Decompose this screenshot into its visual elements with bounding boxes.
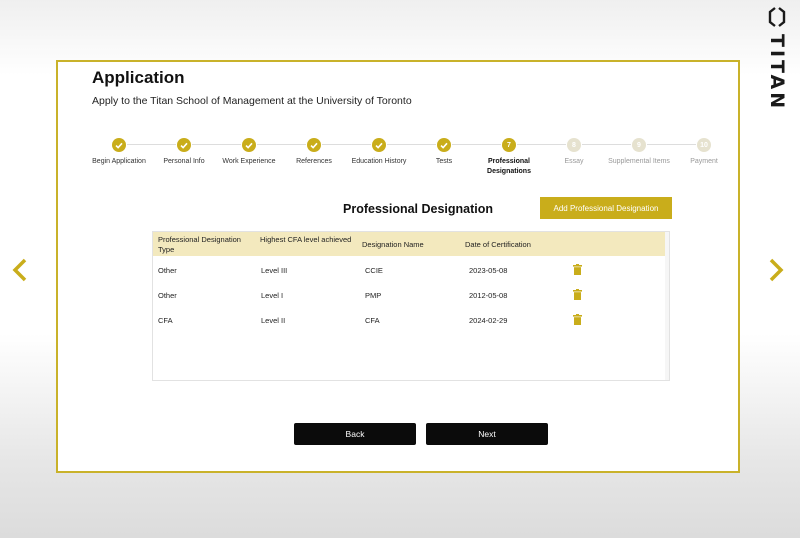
step-item[interactable]: References	[281, 138, 347, 167]
step-item[interactable]: Work Experience	[216, 138, 282, 167]
brand: TITAN	[760, 6, 794, 111]
step-label: References	[296, 158, 332, 165]
table-row: CFA Level II CFA 2024-02-29	[153, 309, 665, 333]
delete-trash-icon[interactable]	[573, 262, 582, 280]
step-label: Tests	[435, 158, 453, 165]
brand-name: TITAN	[766, 34, 788, 112]
step-label: Payment	[690, 158, 718, 165]
cell-cfa-level: Level II	[261, 316, 286, 325]
prev-slide-arrow-icon[interactable]	[8, 256, 32, 284]
next-slide-arrow-icon[interactable]	[764, 256, 788, 284]
delete-trash-icon[interactable]	[573, 312, 582, 330]
checkmark-icon	[307, 138, 321, 152]
step-number: 9	[632, 138, 646, 152]
page-subtitle: Apply to the Titan School of Management …	[92, 95, 412, 107]
cell-date: 2024-02-29	[469, 316, 508, 325]
step-item[interactable]: 10 Payment	[671, 138, 737, 167]
column-header-date: Date of Certification	[465, 240, 531, 249]
step-item[interactable]: Tests	[411, 138, 477, 167]
table-row: Other Level I PMP 2012-05-08	[153, 284, 665, 308]
step-number: 10	[697, 138, 711, 152]
step-label: Personal Info	[163, 158, 205, 165]
progress-stepper: Begin Application Personal Info Work Exper…	[58, 138, 738, 188]
cell-type: CFA	[158, 316, 173, 325]
cell-cfa-level: Level III	[261, 266, 288, 275]
step-number: 7	[502, 138, 516, 152]
table-header: Professional Designation Type Highest CF…	[153, 232, 665, 256]
step-item[interactable]: Personal Info	[151, 138, 217, 167]
designations-table: Professional Designation Type Highest CF…	[152, 231, 670, 381]
column-header-type: Professional Designation Type	[158, 235, 241, 254]
next-button[interactable]: Next	[426, 423, 548, 445]
cell-type: Other	[158, 266, 177, 275]
add-professional-designation-button[interactable]: Add Professional Designation	[540, 197, 672, 219]
column-header-designation-name: Designation Name	[362, 240, 424, 249]
cell-cfa-level: Level I	[261, 291, 284, 300]
step-label: Essay	[564, 158, 584, 165]
checkmark-icon	[112, 138, 126, 152]
page-title: Application	[92, 68, 185, 87]
step-label: Education History	[351, 158, 407, 165]
table-scrollbar[interactable]	[665, 232, 669, 380]
step-label: Professional Designations	[487, 158, 531, 175]
step-item[interactable]: 7 Professional Designations	[476, 138, 542, 177]
step-label: Work Experience	[222, 158, 276, 165]
checkmark-icon	[242, 138, 256, 152]
cell-designation-name: CFA	[365, 316, 380, 325]
table-row: Other Level III CCIE 2023-05-08	[153, 259, 665, 283]
application-panel: Application Apply to the Titan School of…	[56, 60, 740, 473]
cell-designation-name: PMP	[365, 291, 382, 300]
cell-designation-name: CCIE	[365, 266, 383, 275]
section-title: Professional Designation	[343, 202, 494, 216]
column-header-cfa-level: Highest CFA level achieved	[260, 235, 352, 244]
step-item[interactable]: Begin Application	[86, 138, 152, 167]
step-number: 8	[567, 138, 581, 152]
hexagon-logo-icon	[767, 6, 787, 28]
checkmark-icon	[177, 138, 191, 152]
delete-trash-icon[interactable]	[573, 287, 582, 305]
cell-date: 2012-05-08	[469, 291, 508, 300]
cell-type: Other	[158, 291, 177, 300]
back-button[interactable]: Back	[294, 423, 416, 445]
step-label: Supplemental Items	[608, 158, 670, 165]
checkmark-icon	[437, 138, 451, 152]
step-item[interactable]: 8 Essay	[541, 138, 607, 167]
step-item[interactable]: 9 Supplemental Items	[606, 138, 672, 167]
step-item[interactable]: Education History	[346, 138, 412, 167]
checkmark-icon	[372, 138, 386, 152]
step-label: Begin Application	[92, 158, 146, 165]
cell-date: 2023-05-08	[469, 266, 508, 275]
